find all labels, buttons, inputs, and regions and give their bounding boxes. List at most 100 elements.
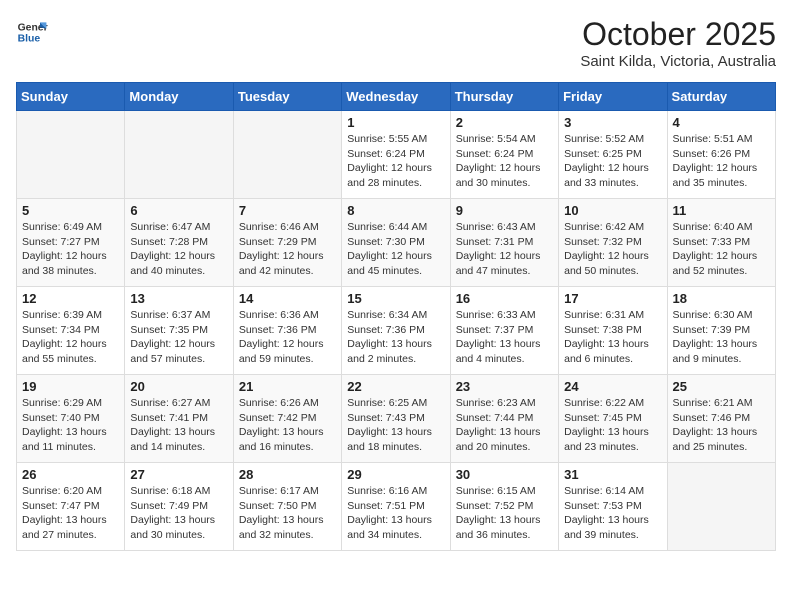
calendar-empty-cell	[17, 111, 125, 199]
title-block: October 2025 Saint Kilda, Victoria, Aust…	[580, 16, 776, 70]
weekday-header-wednesday: Wednesday	[342, 83, 450, 111]
day-number: 9	[456, 203, 553, 218]
weekday-header-friday: Friday	[559, 83, 667, 111]
day-info: Sunrise: 6:37 AMSunset: 7:35 PMDaylight:…	[130, 308, 227, 367]
calendar-day-cell: 21Sunrise: 6:26 AMSunset: 7:42 PMDayligh…	[233, 375, 341, 463]
day-number: 22	[347, 379, 444, 394]
calendar-empty-cell	[667, 463, 775, 551]
calendar-day-cell: 27 Sunrise: 6:18 AMSunset: 7:49 PMDayligh…	[125, 463, 233, 551]
day-number: 25	[673, 379, 770, 394]
day-number: 31	[564, 467, 661, 482]
day-info: Sunrise: 5:51 AMSunset: 6:26 PMDaylight:…	[673, 132, 770, 191]
calendar-week-row: 26 Sunrise: 6:20 AMSunset: 7:47 PMDayligh…	[17, 463, 776, 551]
day-info: Sunrise: 6:16 AMSunset: 7:51 PMDaylight:…	[347, 484, 444, 543]
calendar-week-row: 1Sunrise: 5:55 AMSunset: 6:24 PMDaylight…	[17, 111, 776, 199]
calendar-empty-cell	[233, 111, 341, 199]
location-subtitle: Saint Kilda, Victoria, Australia	[580, 53, 776, 70]
day-info: Sunrise: 6:34 AMSunset: 7:36 PMDaylight:…	[347, 308, 444, 367]
day-number: 13	[130, 291, 227, 306]
day-number: 6	[130, 203, 227, 218]
day-number: 2	[456, 115, 553, 130]
logo: General Blue General Blue	[16, 16, 48, 48]
day-info: Sunrise: 6:40 AMSunset: 7:33 PMDaylight:…	[673, 220, 770, 279]
day-info: Sunrise: 6:47 AMSunset: 7:28 PMDaylight:…	[130, 220, 227, 279]
day-info: Sunrise: 5:55 AMSunset: 6:24 PMDaylight:…	[347, 132, 444, 191]
calendar-day-cell: 30 Sunrise: 6:15 AMSunset: 7:52 PMDayligh…	[450, 463, 558, 551]
calendar-day-cell: 13 Sunrise: 6:37 AMSunset: 7:35 PMDayligh…	[125, 287, 233, 375]
calendar-day-cell: 20 Sunrise: 6:27 AMSunset: 7:41 PMDayligh…	[125, 375, 233, 463]
day-number: 4	[673, 115, 770, 130]
day-info: Sunrise: 6:15 AMSunset: 7:52 PMDaylight:…	[456, 484, 553, 543]
svg-text:Blue: Blue	[18, 34, 41, 45]
day-info: Sunrise: 6:23 AMSunset: 7:44 PMDaylight:…	[456, 396, 553, 455]
day-info: Sunrise: 6:20 AMSunset: 7:47 PMDaylight:…	[22, 484, 119, 543]
day-number: 27	[130, 467, 227, 482]
calendar-day-cell: 16Sunrise: 6:33 AMSunset: 7:37 PMDayligh…	[450, 287, 558, 375]
day-info: Sunrise: 6:18 AMSunset: 7:49 PMDaylight:…	[130, 484, 227, 543]
calendar-day-cell: 18Sunrise: 6:30 AMSunset: 7:39 PMDayligh…	[667, 287, 775, 375]
weekday-header-saturday: Saturday	[667, 83, 775, 111]
calendar-day-cell: 23 Sunrise: 6:23 AMSunset: 7:44 PMDayligh…	[450, 375, 558, 463]
day-number: 28	[239, 467, 336, 482]
day-number: 18	[673, 291, 770, 306]
calendar-day-cell: 14 Sunrise: 6:36 AMSunset: 7:36 PMDayligh…	[233, 287, 341, 375]
calendar-week-row: 19 Sunrise: 6:29 AMSunset: 7:40 PMDayligh…	[17, 375, 776, 463]
day-info: Sunrise: 6:21 AMSunset: 7:46 PMDaylight:…	[673, 396, 770, 455]
calendar-day-cell: 6 Sunrise: 6:47 AMSunset: 7:28 PMDaylight…	[125, 199, 233, 287]
calendar-day-cell: 29 Sunrise: 6:16 AMSunset: 7:51 PMDayligh…	[342, 463, 450, 551]
day-info: Sunrise: 6:49 AMSunset: 7:27 PMDaylight:…	[22, 220, 119, 279]
day-number: 3	[564, 115, 661, 130]
day-number: 5	[22, 203, 119, 218]
day-number: 23	[456, 379, 553, 394]
day-info: Sunrise: 6:31 AMSunset: 7:38 PMDaylight:…	[564, 308, 661, 367]
calendar-day-cell: 26 Sunrise: 6:20 AMSunset: 7:47 PMDayligh…	[17, 463, 125, 551]
calendar-day-cell: 31 Sunrise: 6:14 AMSunset: 7:53 PMDayligh…	[559, 463, 667, 551]
day-info: Sunrise: 6:27 AMSunset: 7:41 PMDaylight:…	[130, 396, 227, 455]
calendar-week-row: 12 Sunrise: 6:39 AMSunset: 7:34 PMDayligh…	[17, 287, 776, 375]
calendar-day-cell: 3Sunrise: 5:52 AMSunset: 6:25 PMDaylight…	[559, 111, 667, 199]
day-info: Sunrise: 6:46 AMSunset: 7:29 PMDaylight:…	[239, 220, 336, 279]
calendar-day-cell: 2Sunrise: 5:54 AMSunset: 6:24 PMDaylight…	[450, 111, 558, 199]
page-header: General Blue General Blue October 2025 S…	[16, 16, 776, 70]
day-number: 15	[347, 291, 444, 306]
day-number: 24	[564, 379, 661, 394]
calendar-table: SundayMondayTuesdayWednesdayThursdayFrid…	[16, 82, 776, 551]
day-number: 19	[22, 379, 119, 394]
calendar-day-cell: 15 Sunrise: 6:34 AMSunset: 7:36 PMDayligh…	[342, 287, 450, 375]
day-number: 11	[673, 203, 770, 218]
day-number: 12	[22, 291, 119, 306]
day-info: Sunrise: 6:33 AMSunset: 7:37 PMDaylight:…	[456, 308, 553, 367]
calendar-day-cell: 22 Sunrise: 6:25 AMSunset: 7:43 PMDayligh…	[342, 375, 450, 463]
weekday-header-thursday: Thursday	[450, 83, 558, 111]
day-info: Sunrise: 6:44 AMSunset: 7:30 PMDaylight:…	[347, 220, 444, 279]
day-info: Sunrise: 6:36 AMSunset: 7:36 PMDaylight:…	[239, 308, 336, 367]
calendar-day-cell: 19 Sunrise: 6:29 AMSunset: 7:40 PMDayligh…	[17, 375, 125, 463]
calendar-week-row: 5 Sunrise: 6:49 AMSunset: 7:27 PMDaylight…	[17, 199, 776, 287]
calendar-day-cell: 28Sunrise: 6:17 AMSunset: 7:50 PMDayligh…	[233, 463, 341, 551]
day-number: 30	[456, 467, 553, 482]
day-number: 26	[22, 467, 119, 482]
day-info: Sunrise: 6:42 AMSunset: 7:32 PMDaylight:…	[564, 220, 661, 279]
calendar-day-cell: 25 Sunrise: 6:21 AMSunset: 7:46 PMDayligh…	[667, 375, 775, 463]
weekday-header-sunday: Sunday	[17, 83, 125, 111]
calendar-day-cell: 11 Sunrise: 6:40 AMSunset: 7:33 PMDayligh…	[667, 199, 775, 287]
calendar-day-cell: 10Sunrise: 6:42 AMSunset: 7:32 PMDayligh…	[559, 199, 667, 287]
calendar-day-cell: 8Sunrise: 6:44 AMSunset: 7:30 PMDaylight…	[342, 199, 450, 287]
calendar-day-cell: 5 Sunrise: 6:49 AMSunset: 7:27 PMDaylight…	[17, 199, 125, 287]
weekday-header-monday: Monday	[125, 83, 233, 111]
day-number: 14	[239, 291, 336, 306]
weekday-header-tuesday: Tuesday	[233, 83, 341, 111]
month-year-title: October 2025	[580, 16, 776, 53]
day-info: Sunrise: 6:39 AMSunset: 7:34 PMDaylight:…	[22, 308, 119, 367]
day-info: Sunrise: 6:14 AMSunset: 7:53 PMDaylight:…	[564, 484, 661, 543]
day-info: Sunrise: 6:29 AMSunset: 7:40 PMDaylight:…	[22, 396, 119, 455]
logo-icon: General Blue	[16, 16, 48, 48]
day-number: 29	[347, 467, 444, 482]
calendar-empty-cell	[125, 111, 233, 199]
day-info: Sunrise: 6:25 AMSunset: 7:43 PMDaylight:…	[347, 396, 444, 455]
day-number: 20	[130, 379, 227, 394]
calendar-header-row: SundayMondayTuesdayWednesdayThursdayFrid…	[17, 83, 776, 111]
day-number: 7	[239, 203, 336, 218]
day-number: 17	[564, 291, 661, 306]
day-number: 21	[239, 379, 336, 394]
